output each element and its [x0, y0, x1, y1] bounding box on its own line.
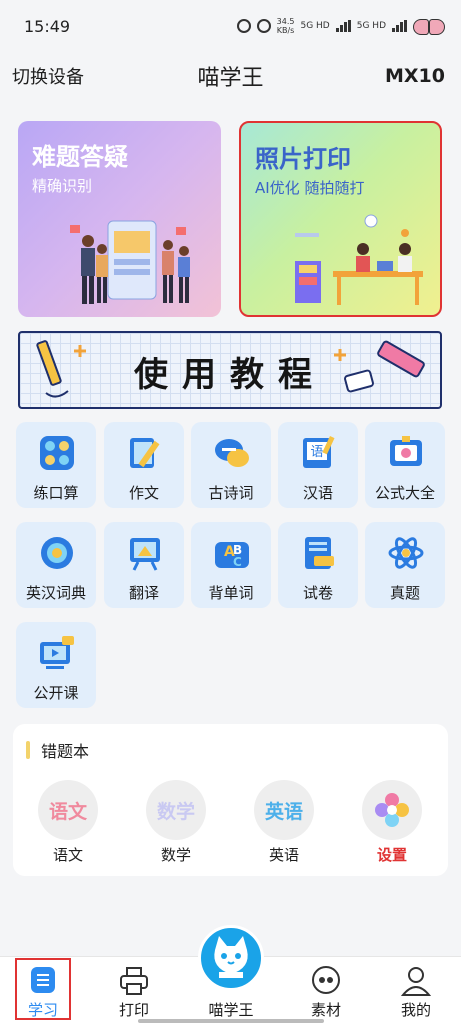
tool-label: 背单词 — [208, 584, 254, 602]
battery-bow-icon — [413, 18, 445, 35]
tool-chinese[interactable]: 语 汉语 — [278, 422, 358, 508]
network-speed: 34.5 KB/s — [277, 17, 295, 35]
section-marker — [26, 741, 30, 759]
subject-label: 设置 — [376, 846, 407, 864]
home-indicator[interactable] — [138, 1019, 324, 1023]
flower-settings-icon — [362, 780, 422, 840]
subject-label: 英语 — [268, 846, 299, 864]
abc-letters-icon: ABC — [215, 542, 249, 569]
id-card-icon — [390, 436, 422, 466]
card-subtitle: AI优化 随拍随打 — [255, 179, 365, 197]
tool-en-cn-dictionary[interactable]: 英汉词典 — [16, 522, 96, 608]
subject-chinese[interactable]: 语文 语文 — [28, 780, 108, 870]
subject-english-icon: 英语 — [254, 780, 314, 840]
alarm-icon — [236, 19, 251, 33]
subject-label: 数学 — [160, 846, 191, 864]
tab-materials[interactable]: 素材 — [291, 957, 361, 1023]
subject-math[interactable]: 数学 数学 — [136, 780, 216, 870]
status-icons: 34.5 KB/s 5G HD 5G HD — [236, 17, 445, 35]
settings-button[interactable]: 设置 — [352, 780, 432, 870]
tab-label: 喵学王 — [208, 1001, 254, 1019]
new-document-icon — [305, 537, 334, 569]
tutorial-banner[interactable]: 使用教程 — [18, 331, 442, 409]
tool-oral-arithmetic[interactable]: 练口算 — [16, 422, 96, 508]
photo-print-card[interactable]: 照片打印 AI优化 随拍随打 — [239, 121, 442, 317]
speed-value: 34.5 — [276, 17, 295, 26]
question-answer-card[interactable]: 难题答疑 精确识别 — [18, 121, 221, 317]
study-desk-illustration — [295, 214, 423, 305]
video-screen-icon — [40, 636, 74, 669]
quote-bubble-icon — [312, 966, 340, 994]
user-icon — [400, 967, 432, 996]
tool-ancient-poetry[interactable]: 古诗词 — [191, 422, 271, 508]
status-bar: 15:49 34.5 KB/s 5G HD 5G HD — [0, 0, 461, 52]
wrong-question-book: 错题本 语文 语文 数学 数学 英语 英语 设置 — [13, 724, 448, 876]
device-model[interactable]: MX10 — [385, 65, 445, 87]
tool-translate[interactable]: 翻译 — [104, 522, 184, 608]
tab-label: 素材 — [310, 1001, 341, 1019]
center-home-button[interactable] — [198, 925, 264, 991]
tool-label: 练口算 — [33, 484, 79, 502]
people-presentation-illustration — [70, 220, 190, 304]
tab-label: 我的 — [400, 1001, 431, 1019]
tool-label: 英汉词典 — [25, 584, 86, 602]
chinese-dictionary-icon: 语 — [303, 435, 335, 468]
tool-label: 真题 — [389, 584, 420, 602]
chat-bubbles-icon — [215, 439, 249, 467]
subject-label: 语文 — [52, 846, 83, 864]
tab-print[interactable]: 打印 — [99, 957, 169, 1023]
subject-chinese-icon: 语文 — [38, 780, 98, 840]
active-tab-highlight — [15, 958, 71, 1020]
tool-label: 古诗词 — [208, 484, 254, 502]
tool-label: 汉语 — [302, 484, 333, 502]
mute-icon — [256, 19, 271, 33]
signal-icon-2 — [392, 20, 407, 32]
tab-label: 打印 — [118, 1001, 149, 1019]
card-title: 难题答疑 — [32, 143, 128, 171]
status-time: 15:49 — [24, 16, 71, 36]
tool-label: 公开课 — [33, 684, 79, 702]
signal-label-1: 5G HD — [300, 21, 330, 31]
tool-label: 试卷 — [302, 584, 333, 602]
card-subtitle: 精确识别 — [32, 177, 93, 195]
subject-math-icon: 数学 — [146, 780, 206, 840]
signal-label-2: 5G HD — [356, 21, 386, 31]
tool-label: 作文 — [128, 484, 159, 502]
easel-icon — [130, 538, 160, 571]
switch-device-button[interactable]: 切换设备 — [12, 63, 84, 89]
printer-icon — [120, 967, 148, 995]
abacus-icon — [40, 436, 74, 470]
tool-test-paper[interactable]: 试卷 — [278, 522, 358, 608]
speed-unit: KB/s — [276, 26, 295, 35]
signal-icon — [335, 20, 351, 32]
svg-text:语: 语 — [310, 445, 323, 460]
subject-english[interactable]: 英语 英语 — [244, 780, 324, 870]
globe-icon — [41, 537, 73, 569]
svg-text:C: C — [233, 555, 242, 569]
tool-formula-collection[interactable]: 公式大全 — [365, 422, 445, 508]
tool-past-exams[interactable]: 真题 — [365, 522, 445, 608]
cutter-eraser-icon — [334, 340, 425, 393]
header: 切换设备 喵学王 MX10 — [0, 52, 461, 100]
tool-label: 公式大全 — [374, 484, 435, 502]
tab-mine[interactable]: 我的 — [381, 957, 451, 1023]
tool-label: 翻译 — [128, 584, 159, 602]
tool-composition[interactable]: 作文 — [104, 422, 184, 508]
tool-memorize-words[interactable]: ABC 背单词 — [191, 522, 271, 608]
notebook-pen-icon — [130, 438, 160, 468]
section-title: 错题本 — [41, 742, 90, 761]
atom-icon — [388, 537, 424, 569]
cat-logo-icon — [214, 936, 248, 978]
card-title: 照片打印 — [255, 145, 351, 173]
tool-open-course[interactable]: 公开课 — [16, 622, 96, 708]
